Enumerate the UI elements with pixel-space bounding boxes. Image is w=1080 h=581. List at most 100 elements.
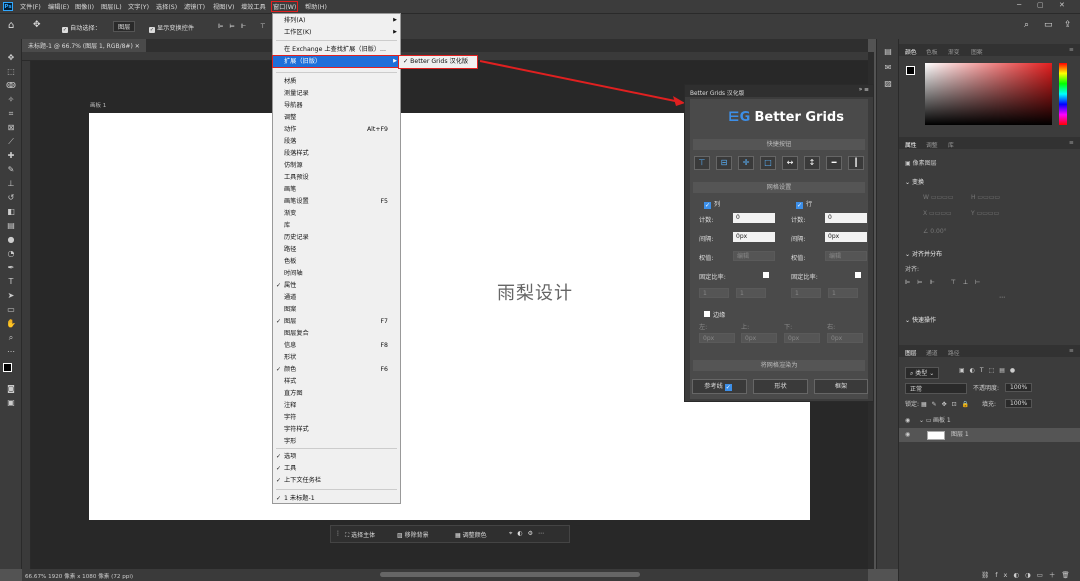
window-menu-item[interactable]: ✓ 上下文任务栏 — [273, 475, 400, 486]
menu-layer[interactable]: 图层(L) — [101, 2, 122, 11]
margin-right-input[interactable]: 0px — [827, 333, 863, 343]
tab-color[interactable]: 颜色 — [905, 47, 917, 56]
quick-actions-section[interactable]: ⌄ 快速操作 — [905, 315, 936, 324]
window-menu-item[interactable]: ✓ 1 未标题-1 — [273, 493, 400, 504]
remove-background-button[interactable]: ▨ 移除背景 — [397, 530, 429, 539]
window-menu-item[interactable]: 图案 — [273, 304, 400, 315]
col-ratio-a-input[interactable]: 1 — [699, 288, 729, 298]
row-fixed-ratio-checkbox[interactable] — [855, 272, 861, 278]
window-menu-item[interactable]: 样式 — [273, 376, 400, 387]
quick-button-7-icon[interactable]: ━ — [826, 156, 842, 170]
blend-mode-dropdown[interactable]: 正常 — [905, 383, 967, 394]
horizontal-scrollbar[interactable] — [380, 572, 640, 577]
tab-swatches[interactable]: 色板 — [926, 47, 938, 56]
window-menu-item[interactable]: ✓ 图层 F7 — [273, 316, 400, 327]
history-panel-icon[interactable]: ▤ — [882, 47, 894, 57]
brush-tool-icon[interactable]: ✎ — [5, 165, 17, 175]
fill-input[interactable]: 100% — [1005, 399, 1033, 408]
transform-w-field[interactable]: W ▭▭▭▭ — [923, 194, 954, 201]
col-gap-input[interactable]: 0px — [733, 232, 775, 242]
transform-angle-field[interactable]: ∠ 0.00° — [923, 228, 947, 235]
panel-header[interactable]: Better Grids 汉化版 » ≡ — [685, 85, 873, 97]
more-options-icon[interactable]: ⋯ — [999, 294, 1005, 301]
window-menu-item[interactable]: 历史记录 — [273, 232, 400, 243]
window-menu-item[interactable]: ✓ 选项 — [273, 451, 400, 462]
search-icon[interactable]: ⌕ — [1024, 20, 1029, 30]
quick-button-8-icon[interactable]: ┃ — [848, 156, 864, 170]
menu-select[interactable]: 选择(S) — [156, 2, 177, 11]
history-brush-icon[interactable]: ↺ — [5, 193, 17, 203]
eraser-tool-icon[interactable]: ◧ — [5, 207, 17, 217]
magic-wand-icon[interactable]: ✧ — [5, 95, 17, 105]
menu-help[interactable]: 帮助(H) — [305, 2, 327, 11]
window-menu-item[interactable]: 导航器 — [273, 100, 400, 111]
window-menu-item[interactable]: 直方图 — [273, 388, 400, 399]
rectangle-tool-icon[interactable]: ▭ — [5, 305, 17, 315]
menu-view[interactable]: 视图(V) — [213, 2, 234, 11]
hue-slider[interactable] — [1059, 63, 1067, 125]
move-tool-icon[interactable]: ✥ — [33, 20, 41, 30]
quick-button-5-icon[interactable]: ↔ — [782, 156, 798, 170]
window-menu-item[interactable]: 排列(A) ▶ — [273, 15, 400, 26]
window-menu-item[interactable]: 动作 Alt+F9 — [273, 124, 400, 135]
menu-filter[interactable]: 滤镜(T) — [184, 2, 205, 11]
row-weight-dropdown[interactable]: 编辑 — [825, 251, 867, 261]
window-menu-item[interactable]: 在 Exchange 上查找扩展（旧版）... — [273, 44, 400, 55]
window-menu-item[interactable]: ✓ 工具 — [273, 463, 400, 474]
window-menu-item[interactable]: 扩展（旧版） ▶ — [272, 55, 401, 68]
hand-tool-icon[interactable]: ✋ — [5, 319, 17, 329]
align-buttons-icons[interactable]: ⊫⊨⊩ ⊤⊥⊢ — [905, 279, 987, 286]
margin-top-input[interactable]: 0px — [741, 333, 777, 343]
crop-tool-icon[interactable]: ⌗ — [5, 109, 17, 119]
quick-button-2-icon[interactable]: ⊟ — [716, 156, 732, 170]
menu-type[interactable]: 文字(Y) — [128, 2, 149, 11]
render-guides-button[interactable]: 参考线 ✓ — [692, 379, 747, 394]
zoom-tool-icon[interactable]: ⌕ — [5, 333, 17, 343]
menu-plugins[interactable]: 增效工具 — [241, 2, 266, 11]
window-menu-item[interactable]: 渐变 — [273, 208, 400, 219]
restore-icon[interactable]: ▢ — [1037, 1, 1044, 9]
tab-libraries[interactable]: 库 — [948, 140, 954, 149]
auto-select-checkbox[interactable]: ✓ 自动选择： — [62, 23, 101, 33]
layer-row-layer1[interactable]: ◉ 图层 1 — [899, 428, 1080, 442]
move-tool-icon[interactable]: ✥ — [5, 53, 17, 63]
rows-checkbox[interactable]: ✓ 行 — [796, 199, 812, 209]
window-menu-item[interactable]: 调整 — [273, 112, 400, 123]
col-count-input[interactable]: 0 — [733, 213, 775, 223]
col-weight-dropdown[interactable]: 编辑 — [733, 251, 775, 261]
screen-mode-icon[interactable]: ▣ — [5, 398, 17, 408]
window-menu-item[interactable]: 仿制源 — [273, 160, 400, 171]
window-menu-item[interactable]: 工具预设 — [273, 172, 400, 183]
color-picker-field[interactable] — [925, 63, 1052, 125]
window-menu-item[interactable]: 字形 — [273, 436, 400, 447]
panel-menu-icon[interactable]: » ≡ — [859, 87, 869, 93]
extension-submenu-better-grids[interactable]: ✓ Better Grids 汉化版 — [398, 55, 478, 69]
col-fixed-ratio-checkbox[interactable] — [763, 272, 769, 278]
transform-y-field[interactable]: Y ▭▭▭▭ — [971, 210, 999, 217]
transform-section[interactable]: ⌄ 变换 — [905, 177, 924, 186]
artboard-label[interactable]: 画板 1 — [90, 101, 106, 109]
render-shape-button[interactable]: 形状 — [753, 379, 808, 394]
quick-mask-icon[interactable]: ◙ — [5, 384, 17, 394]
path-select-icon[interactable]: ➤ — [5, 291, 17, 301]
more-actions-icons[interactable]: ⌖◐⚙⋯ — [509, 530, 549, 538]
comments-panel-icon[interactable]: ✉ — [882, 63, 894, 73]
layer-filter-icons[interactable]: ▣◐T⬚▤● — [959, 367, 1020, 374]
blur-tool-icon[interactable]: ● — [5, 235, 17, 245]
window-menu-item[interactable]: 时间轴 — [273, 268, 400, 279]
panel-menu-icon[interactable]: ≡ — [1069, 47, 1074, 53]
workspace-icon[interactable]: ▭ — [1044, 20, 1053, 30]
opacity-input[interactable]: 100% — [1005, 383, 1033, 392]
layer-bottom-icons[interactable]: ⛓fx◐◑▭＋🗑 — [981, 569, 1076, 579]
columns-checkbox[interactable]: ✓ 列 — [704, 199, 720, 209]
select-subject-button[interactable]: ⛶ 选择主体 — [345, 530, 375, 540]
expand-chevron-icon[interactable]: ⌄ ▭ — [919, 414, 932, 428]
tab-gradients[interactable]: 渐变 — [948, 47, 960, 56]
layer-row-artboard[interactable]: ◉ ⌄ ▭ 画板 1 — [899, 414, 1080, 428]
window-menu-item[interactable]: ✓ 颜色 F6 — [273, 364, 400, 375]
window-menu-item[interactable]: 段落 — [273, 136, 400, 147]
window-menu-item[interactable]: 画笔设置 F5 — [273, 196, 400, 207]
visibility-eye-icon[interactable]: ◉ — [905, 414, 910, 428]
window-menu-item[interactable]: 路径 — [273, 244, 400, 255]
margin-checkbox[interactable]: 边缘 — [704, 310, 725, 319]
